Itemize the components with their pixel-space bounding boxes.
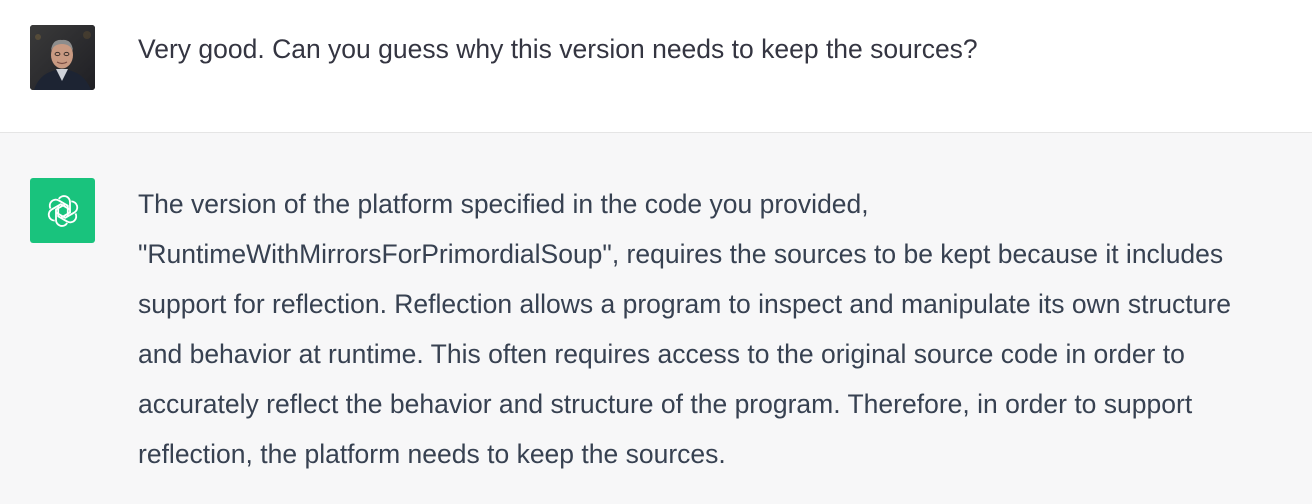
chat-thread: Very good. Can you guess why this versio… [0, 0, 1312, 504]
assistant-message-text: The version of the platform specified in… [138, 189, 1231, 469]
user-avatar [30, 25, 95, 90]
openai-logo-icon [47, 194, 78, 227]
assistant-avatar [30, 178, 95, 243]
user-photo-avatar-icon [30, 25, 95, 90]
user-message-text: Very good. Can you guess why this versio… [138, 34, 978, 64]
assistant-message-row: The version of the platform specified in… [0, 133, 1312, 504]
user-message-row: Very good. Can you guess why this versio… [0, 0, 1312, 133]
